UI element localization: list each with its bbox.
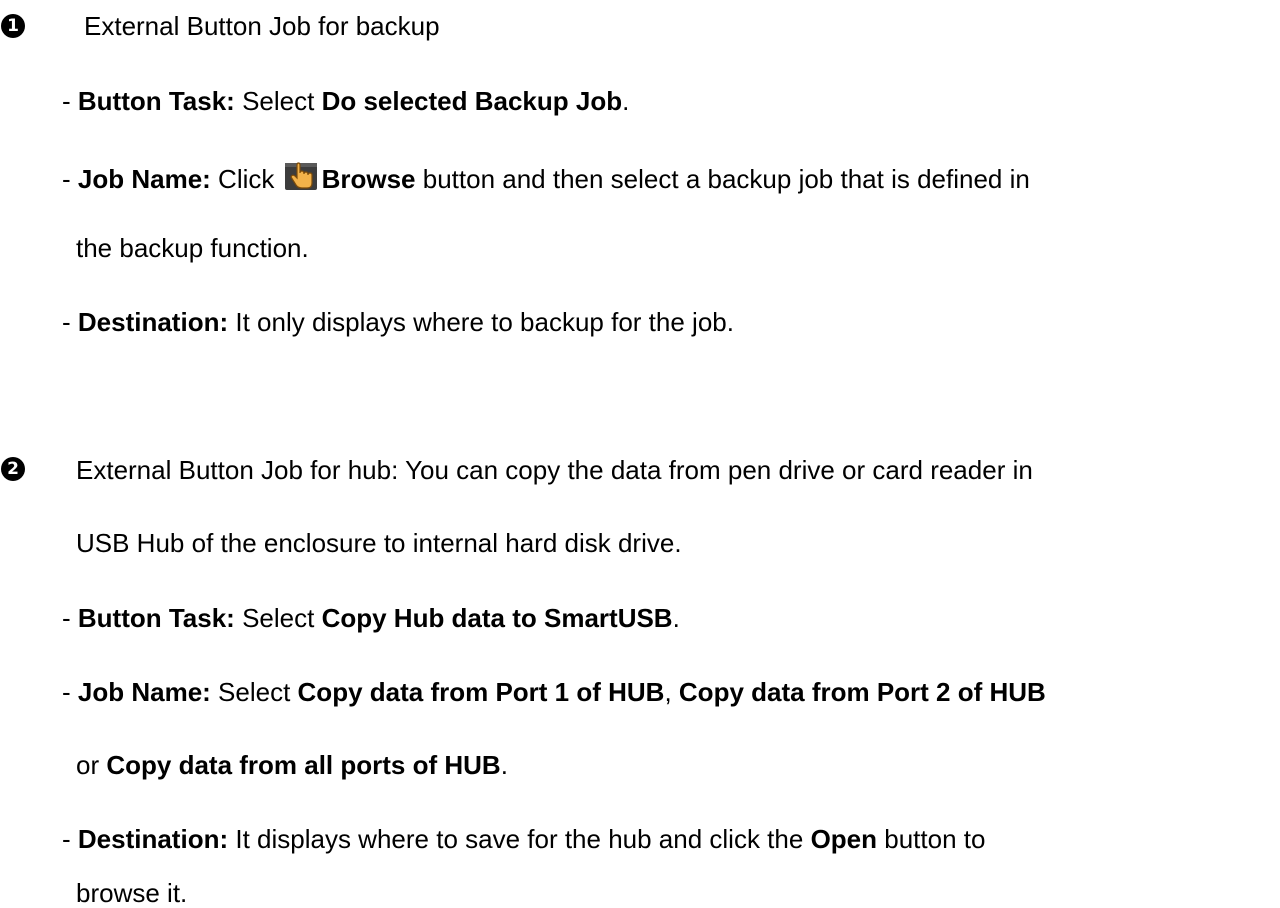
job-option-port1: Copy data from Port 1 of HUB [297,677,665,707]
destination-label: Destination: [77,307,229,337]
job-name-line: - Job Name: Select Copy data from Port 1… [62,676,1046,708]
section-heading-text: External Button Job for hub: You can cop… [76,455,1033,485]
job-name-continuation: the backup function. [76,232,309,264]
job-option-all-ports: Copy data from all ports of HUB [106,750,501,780]
button-task-post: . [622,86,630,116]
open-button-label: Open [810,824,878,854]
browse-button-label: Browse [321,164,416,194]
job-name-pre: Select [210,677,298,707]
button-task-post: . [672,603,680,633]
bullet-dash: - [62,677,78,707]
section-heading-continuation: USB Hub of the enclosure to internal har… [76,527,682,559]
circled-number-one-icon: 1 [1,14,25,38]
job-name-continuation: or Copy data from all ports of HUB. [76,749,508,781]
job-name-continuation-text: the backup function. [76,233,309,263]
job-name-line: - Job Name: Click Browse button and then… [62,160,1030,195]
destination-line: - Destination: It only displays where to… [62,306,734,338]
destination-label: Destination: [77,824,229,854]
bullet-dash: - [62,86,78,116]
button-task-pre: Select [234,603,322,633]
job-option-port2: Copy data from Port 2 of HUB [678,677,1046,707]
button-task-label: Button Task: [77,86,235,116]
destination-text: It only displays where to backup for the… [228,307,734,337]
job-name-pre: Click [210,164,282,194]
job-name-post: button and then select a backup job that… [415,164,1030,194]
circled-number-two-icon: 2 [1,457,25,481]
bullet-dash: - [62,603,78,633]
section-heading: External Button Job for hub: You can cop… [76,454,1033,486]
button-task-value: Do selected Backup Job [321,86,623,116]
button-task-value: Copy Hub data to SmartUSB [321,603,673,633]
section-number: 1 [7,15,19,36]
button-task-line: - Button Task: Select Copy Hub data to S… [62,602,680,634]
bullet-dash: - [62,824,78,854]
button-task-line: - Button Task: Select Do selected Backup… [62,85,629,117]
bullet-dash: - [62,307,78,337]
hand-pointer-icon [284,160,318,194]
button-task-pre: Select [234,86,322,116]
job-name-label: Job Name: [77,677,211,707]
section-heading-text: External Button Job for backup [84,11,440,41]
section-heading: External Button Job for backup [84,10,440,42]
option-separator: , [664,677,679,707]
destination-continuation-text: browse it. [76,878,188,908]
destination-line: - Destination: It displays where to save… [62,823,985,855]
job-name-post: . [500,750,508,780]
job-name-or: or [76,750,107,780]
button-task-label: Button Task: [77,603,235,633]
section-number: 2 [7,458,19,479]
section-heading-continuation-text: USB Hub of the enclosure to internal har… [76,528,682,558]
bullet-dash: - [62,164,78,194]
destination-pre: It displays where to save for the hub an… [228,824,811,854]
job-name-label: Job Name: [77,164,211,194]
destination-post: button to [877,824,986,854]
destination-continuation: browse it. [76,880,187,906]
